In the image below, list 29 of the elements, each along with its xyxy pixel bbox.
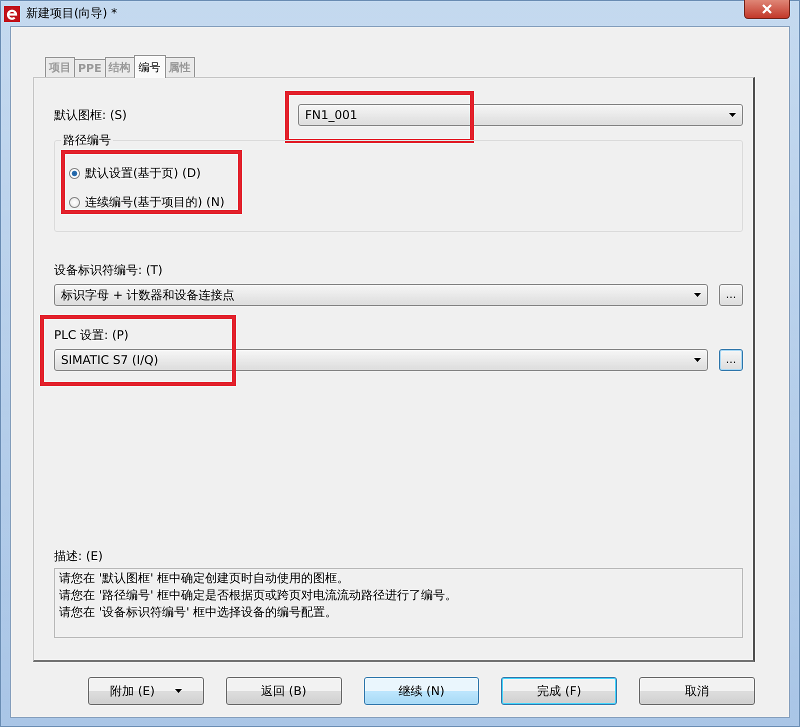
caret-icon bbox=[729, 113, 736, 117]
radio-option[interactable]: 默认设置(基于页) (D) bbox=[69, 165, 234, 182]
browse-button[interactable]: ... bbox=[719, 349, 743, 371]
description-text: 请您在 '设备标识符编号' 框中选择设备的编号配置。 bbox=[59, 604, 338, 621]
radio-option[interactable]: 连续编号(基于项目的) (N) bbox=[69, 194, 234, 211]
dropdown[interactable]: FN1_001 bbox=[298, 104, 743, 126]
close-button[interactable] bbox=[744, 0, 790, 19]
caret-icon bbox=[694, 293, 701, 297]
app-icon bbox=[4, 6, 20, 22]
field-label: PLC 设置: (P) bbox=[54, 327, 130, 344]
dialog-button[interactable]: 附加 (E) bbox=[88, 677, 204, 705]
field-label: 设备标识符编号: (T) bbox=[54, 262, 164, 279]
description-text: 请您在 '默认图框' 框中确定创建页时自动使用的图框。 bbox=[59, 570, 350, 587]
dialog-button[interactable]: 继续 (N) bbox=[364, 677, 480, 705]
close-icon bbox=[761, 4, 773, 14]
dialog-button[interactable]: 取消 bbox=[639, 677, 755, 705]
dialog-button[interactable]: 返回 (B) bbox=[226, 677, 342, 705]
field-label: 默认图框: (S) bbox=[54, 106, 128, 124]
window-title: 新建项目(向导) * bbox=[26, 5, 118, 22]
caret-icon bbox=[694, 358, 701, 362]
field-label: 描述: (E) bbox=[54, 548, 104, 565]
tab[interactable]: 编号 bbox=[134, 55, 166, 78]
description-text: 请您在 '路径编号' 框中确定是否根据页或跨页对电流流动路径进行了编号。 bbox=[59, 587, 458, 604]
group-title: 路径编号 bbox=[61, 132, 113, 149]
dropdown[interactable]: 标识字母 + 计数器和设备连接点 bbox=[54, 284, 708, 306]
browse-button[interactable]: ... bbox=[719, 284, 743, 306]
dialog-button[interactable]: 完成 (F) bbox=[501, 677, 618, 705]
dropdown[interactable]: SIMATIC S7 (I/Q) bbox=[54, 349, 708, 371]
caret-icon bbox=[174, 689, 182, 693]
